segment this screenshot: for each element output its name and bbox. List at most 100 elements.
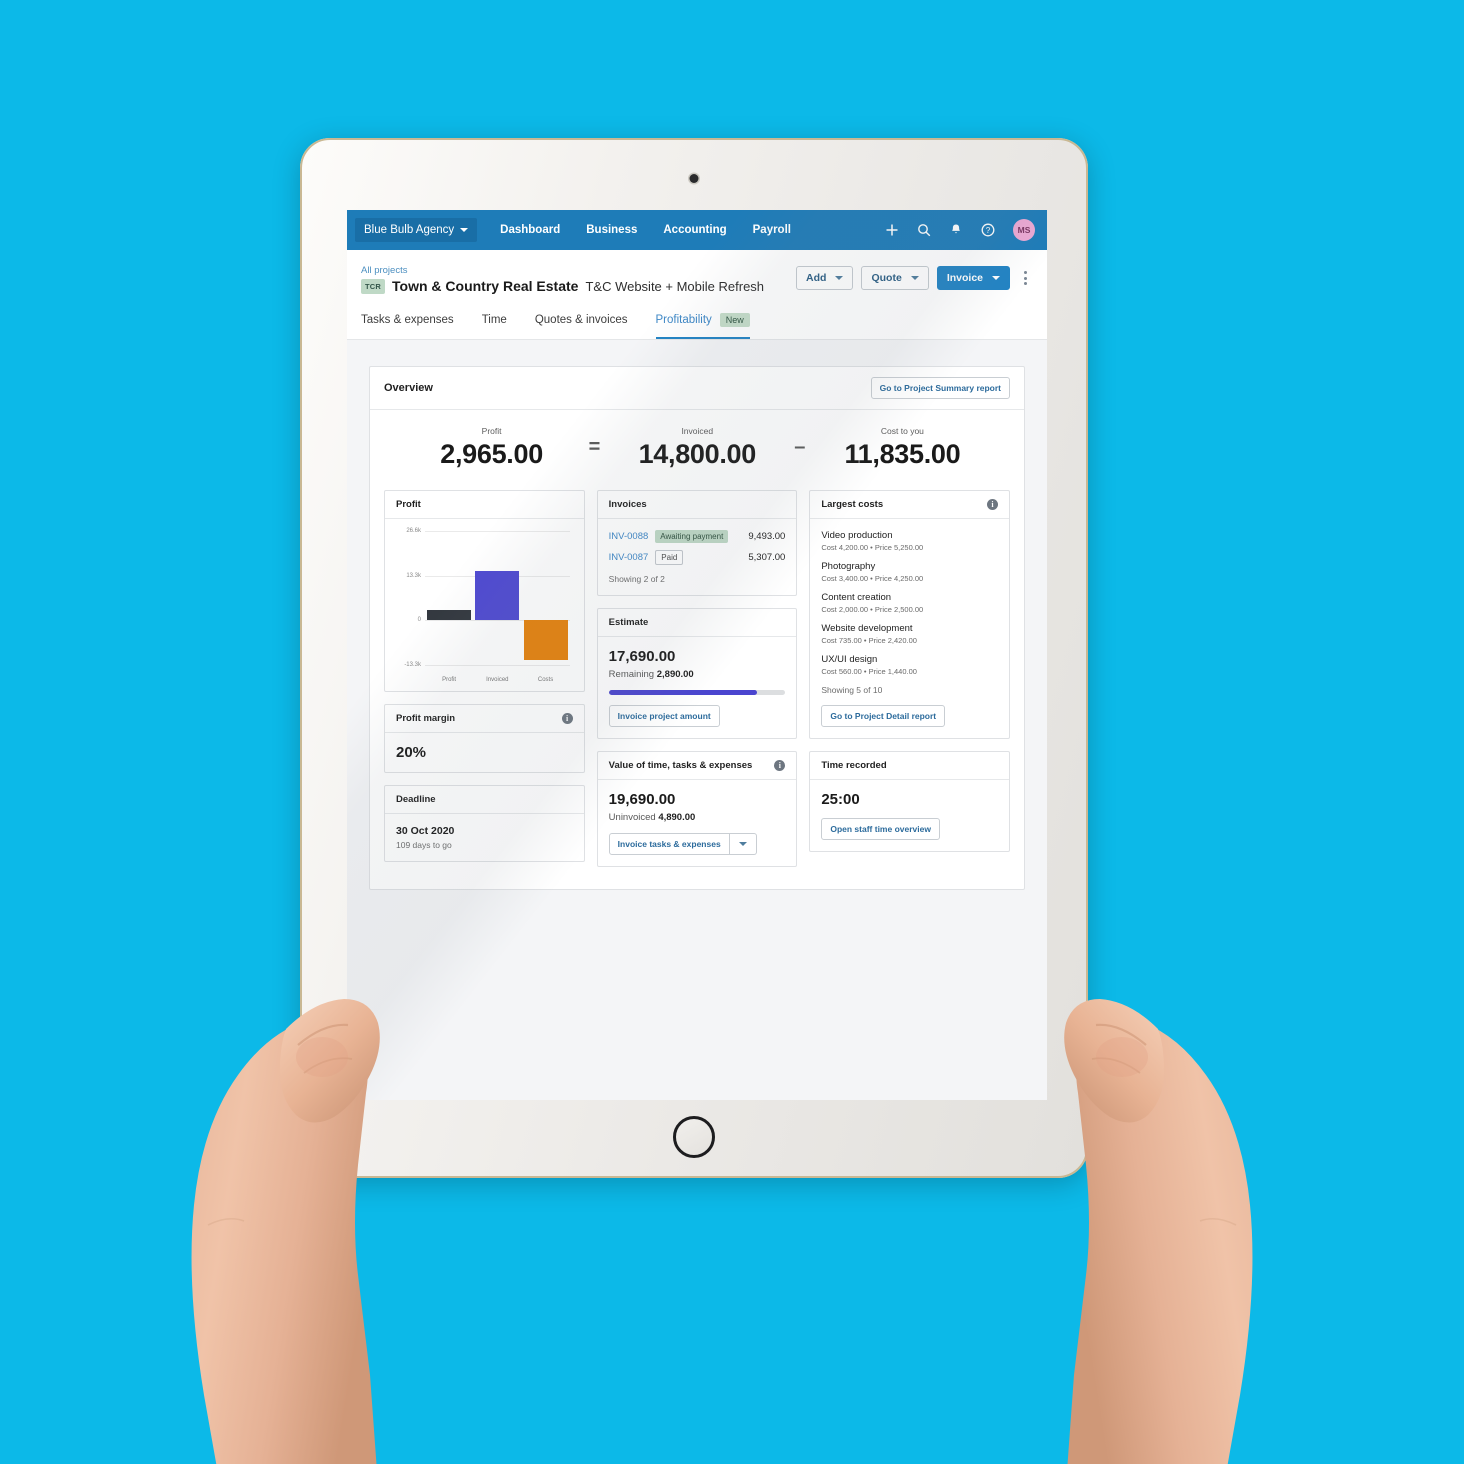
- home-button[interactable]: [673, 1116, 715, 1158]
- breadcrumb-all-projects[interactable]: All projects: [361, 265, 407, 276]
- svg-text:?: ?: [986, 226, 991, 235]
- summary-label: Cost to you: [880, 426, 924, 436]
- card-title: Profit: [396, 499, 421, 510]
- invoice-project-amount-button[interactable]: Invoice project amount: [608, 705, 720, 727]
- card-title: Value of time, tasks & expenses: [608, 760, 753, 771]
- chart-bar-invoiced[interactable]: [475, 570, 520, 621]
- invoice-tasks-button-group: Invoice tasks & expenses: [608, 833, 786, 855]
- deadline-card: Deadline 30 Oct 2020 109 days to go: [384, 785, 585, 862]
- chart-y-axis-tick: 26.6k: [406, 528, 421, 534]
- header-actions: Add Quote Invoice: [796, 260, 1033, 290]
- chart-x-axis-labels: Profit Invoiced Costs: [425, 677, 570, 683]
- remaining-label: Remaining: [608, 669, 655, 680]
- chevron-down-icon: [738, 842, 747, 846]
- summary-label: Invoiced: [681, 426, 714, 436]
- cost-name: Photography: [821, 561, 876, 572]
- chart-bar-slot: [473, 531, 521, 665]
- summary-metric-cost-to-you: Cost to you 11,835.00: [827, 426, 977, 470]
- quote-button[interactable]: Quote: [861, 266, 929, 290]
- more-options-icon[interactable]: [1018, 267, 1033, 289]
- list-item: Photography Cost 3,400.00 • Price 4,250.…: [821, 561, 998, 583]
- uninvoiced-value: 4,890.00: [658, 812, 696, 823]
- project-badge: TCR: [361, 278, 386, 294]
- nav-link-payroll[interactable]: Payroll: [740, 224, 804, 236]
- tab-tasks-expenses[interactable]: Tasks & expenses: [361, 303, 454, 338]
- card-header: Profit margin i: [385, 705, 584, 733]
- cost-detail: Cost 2,000.00 • Price 2,500.00: [821, 605, 924, 614]
- card-header: Time recorded: [810, 752, 1010, 780]
- profit-margin-card: Profit margin i 20%: [384, 704, 585, 773]
- chart-x-axis-tick: Costs: [537, 677, 554, 683]
- content-area: Overview Go to Project Summary report Pr…: [347, 340, 1047, 916]
- tablet-screen: Blue Bulb Agency Dashboard Business Acco…: [347, 210, 1047, 1100]
- nav-right-actions: ? MS: [885, 219, 1035, 241]
- grid-column-middle: Invoices INV-0088 Awaiting payment 9,493…: [596, 490, 798, 867]
- chart-y-axis-tick: -13.3k: [404, 662, 421, 668]
- invoice-id-link[interactable]: INV-0087: [609, 552, 649, 563]
- front-camera: [689, 174, 699, 183]
- top-navigation-bar: Blue Bulb Agency Dashboard Business Acco…: [347, 210, 1047, 250]
- invoice-id-link[interactable]: INV-0088: [609, 531, 649, 542]
- bell-icon[interactable]: [949, 223, 963, 237]
- card-header: Deadline: [385, 786, 584, 814]
- cost-name: Video production: [821, 530, 893, 541]
- nav-link-business[interactable]: Business: [573, 224, 650, 236]
- grid-column-right: Largest costs i Video production Cost 4,…: [809, 490, 1011, 852]
- tab-time[interactable]: Time: [482, 303, 507, 338]
- chart-bar-profit[interactable]: [427, 610, 472, 621]
- progress-bar: [608, 690, 786, 695]
- search-icon[interactable]: [917, 223, 931, 237]
- deadline-days-remaining: 109 days to go: [396, 840, 452, 850]
- showing-count: Showing 5 of 10: [821, 685, 883, 695]
- card-title: Time recorded: [821, 760, 887, 771]
- chart-bar-costs[interactable]: [523, 620, 568, 661]
- tab-new-badge: New: [719, 313, 750, 327]
- card-title: Deadline: [396, 794, 436, 805]
- tab-label: Quotes & invoices: [534, 314, 628, 326]
- avatar-initials: MS: [1017, 225, 1031, 235]
- invoice-tasks-dropdown-button[interactable]: [729, 833, 757, 855]
- card-body: 17,690.00 Remaining 2,890.00 Invoice pro…: [598, 637, 797, 738]
- nav-link-accounting[interactable]: Accounting: [650, 224, 739, 236]
- avatar[interactable]: MS: [1013, 219, 1035, 241]
- minus-operator: –: [794, 435, 806, 458]
- info-icon[interactable]: i: [561, 713, 573, 724]
- invoices-card: Invoices INV-0088 Awaiting payment 9,493…: [596, 490, 798, 596]
- invoice-tasks-expenses-button[interactable]: Invoice tasks & expenses: [608, 833, 730, 855]
- add-button[interactable]: Add: [796, 266, 854, 290]
- chart-bars: [425, 531, 570, 665]
- nav-link-dashboard[interactable]: Dashboard: [487, 224, 573, 236]
- card-header: Estimate: [597, 609, 797, 637]
- help-icon[interactable]: ?: [981, 223, 995, 237]
- chart-x-axis-tick: Invoiced: [486, 677, 509, 683]
- summary-label: Profit: [481, 426, 502, 436]
- tab-profitability[interactable]: Profitability New: [655, 302, 750, 339]
- chart-y-axis-tick: 0: [417, 617, 421, 624]
- profit-chart-card: Profit 26.6k 13.3k 0 -13.3k Profit Invoiced Co…: [384, 490, 585, 692]
- card-header: Value of time, tasks & expenses i: [597, 752, 797, 780]
- go-to-project-detail-report-button[interactable]: Go to Project Detail report: [821, 705, 946, 727]
- card-body: INV-0088 Awaiting payment 9,493.00 INV-0…: [598, 519, 797, 595]
- card-title: Estimate: [608, 617, 649, 628]
- time-recorded-value: 25:00: [821, 791, 860, 808]
- card-title: Invoices: [608, 499, 647, 510]
- invoice-button[interactable]: Invoice: [936, 266, 1010, 290]
- info-icon[interactable]: i: [987, 499, 999, 510]
- card-header: Invoices: [597, 491, 797, 519]
- remaining-value: 2,890.00: [656, 669, 694, 680]
- invoice-row: INV-0088 Awaiting payment 9,493.00: [609, 530, 785, 543]
- profit-chart-body: 26.6k 13.3k 0 -13.3k Profit Invoiced Costs: [385, 519, 584, 691]
- bar-chart: 26.6k 13.3k 0 -13.3k Profit Invoiced Costs: [395, 528, 574, 683]
- summary-metric-profit: Profit 2,965.00: [417, 426, 567, 470]
- invoice-amount: 5,307.00: [748, 552, 786, 563]
- cards-grid: Profit 26.6k 13.3k 0 -13.3k Profit Invoiced Co…: [370, 490, 1024, 889]
- info-icon[interactable]: i: [774, 760, 786, 771]
- open-staff-time-overview-button[interactable]: Open staff time overview: [821, 818, 940, 840]
- list-item: Video production Cost 4,200.00 • Price 5…: [821, 530, 998, 552]
- plus-icon[interactable]: [885, 223, 899, 237]
- go-to-project-summary-report-button[interactable]: Go to Project Summary report: [870, 377, 1010, 399]
- tab-quotes-invoices[interactable]: Quotes & invoices: [535, 303, 628, 338]
- estimate-value: 17,690.00: [608, 648, 676, 665]
- card-body: 20%: [385, 733, 584, 772]
- org-switcher[interactable]: Blue Bulb Agency: [355, 218, 478, 242]
